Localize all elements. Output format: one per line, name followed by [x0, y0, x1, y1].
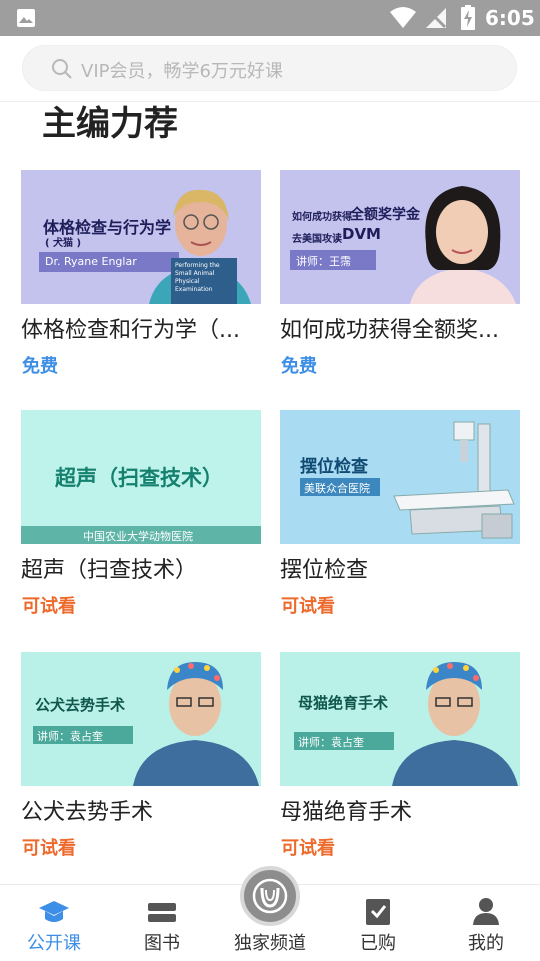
course-thumbnail[interactable]: 母猫绝育手术 讲师：袁占奎	[280, 652, 520, 786]
price-badge: 免费	[22, 356, 58, 377]
thumb-line2a: 去美国攻读	[292, 234, 342, 245]
thumb-lecturer: 讲师：袁占奎	[37, 730, 103, 743]
thumb-footer: 中国农业大学动物医院	[83, 530, 193, 543]
search-icon	[52, 59, 72, 79]
channel-logo-button[interactable]	[240, 866, 300, 926]
nav-label: 我的	[468, 933, 504, 954]
course-thumbnail[interactable]: 公犬去势手术 讲师：袁占奎	[21, 652, 261, 786]
course-thumbnail[interactable]: 如何成功获得 全额奖学金 去美国攻读 DVM 讲师：王霈	[280, 170, 520, 304]
lecturer-portrait	[410, 186, 516, 304]
thumb-line2b: DVM	[342, 225, 381, 243]
status-bar: 6:05	[0, 0, 540, 36]
course-title: 母猫绝育手术	[280, 800, 413, 825]
surgeon-portrait	[133, 662, 259, 786]
course-thumbnail[interactable]: 体格检查与行为学 ( 犬猫 ) Dr. Ryane Englar Perform…	[21, 170, 261, 304]
price-badge: 可试看	[281, 838, 335, 859]
thumb-lecturer: Dr. Ryane Englar	[45, 255, 137, 268]
course-thumbnail[interactable]: 超声（扫查技术） 中国农业大学动物医院	[21, 410, 261, 544]
thumb-headline: 母猫绝育手术	[298, 694, 389, 712]
course-title: 体格检查和行为学（...	[21, 318, 240, 343]
nav-label: 独家频道	[234, 933, 306, 954]
price-badge: 免费	[281, 356, 317, 377]
course-card[interactable]: 如何成功获得 全额奖学金 去美国攻读 DVM 讲师：王霈 如何成功获得全额奖..…	[280, 170, 520, 377]
thumb-headline: 摆位检查	[300, 457, 368, 477]
course-card[interactable]: 摆位检查 美联众合医院 摆位检查 可试看	[280, 410, 520, 617]
course-card[interactable]: 超声（扫查技术） 中国农业大学动物医院 超声（扫查技术） 可试看	[21, 410, 261, 617]
thumb-subtitle: 美联众合医院	[304, 482, 370, 495]
price-badge: 可试看	[22, 838, 76, 859]
nav-item-me[interactable]: 我的	[432, 885, 540, 961]
section-title: 主编力荐	[42, 104, 178, 144]
thumb-lecturer: 讲师：袁占奎	[298, 736, 364, 749]
course-card[interactable]: 公犬去势手术 讲师：袁占奎 公犬去势手术 可试看	[21, 652, 261, 859]
wifi-icon	[390, 7, 416, 28]
person-icon	[473, 898, 499, 925]
nav-label: 公开课	[27, 933, 81, 954]
course-title: 超声（扫查技术）	[21, 558, 198, 583]
search-header: VIP会员，畅学6万元好课	[0, 36, 540, 102]
nav-item-purchased[interactable]: 已购	[324, 885, 432, 961]
nav-item-open-course[interactable]: 公开课	[0, 885, 108, 961]
graduation-cap-icon	[39, 901, 69, 922]
channel-logo-icon	[252, 878, 288, 914]
surgeon-portrait	[392, 662, 518, 786]
check-clipboard-icon	[366, 899, 390, 925]
thumb-lecturer: 讲师：王霈	[296, 255, 351, 268]
battery-charging-icon	[461, 5, 475, 30]
course-title: 如何成功获得全额奖...	[280, 318, 499, 343]
price-badge: 可试看	[281, 596, 335, 617]
books-icon	[148, 903, 176, 922]
course-card[interactable]: 体格检查与行为学 ( 犬猫 ) Dr. Ryane Englar Perform…	[21, 170, 261, 377]
nav-item-books[interactable]: 图书	[108, 885, 216, 961]
clock: 6:05	[485, 6, 535, 30]
nav-label: 已购	[360, 933, 396, 954]
thumb-subtitle: ( 犬猫 )	[45, 238, 82, 249]
thumb-line1a: 如何成功获得	[292, 212, 352, 223]
image-notification-icon	[17, 9, 35, 27]
price-badge: 可试看	[22, 596, 76, 617]
search-placeholder: VIP会员，畅学6万元好课	[81, 61, 283, 82]
xray-machine-illustration	[393, 421, 515, 539]
thumb-headline: 公犬去势手术	[35, 696, 126, 714]
course-title: 摆位检查	[280, 558, 369, 583]
course-card[interactable]: 母猫绝育手术 讲师：袁占奎 母猫绝育手术 可试看	[280, 652, 520, 859]
search-input[interactable]: VIP会员，畅学6万元好课	[22, 45, 517, 91]
thumb-headline: 超声（扫查技术）	[55, 466, 223, 490]
book-title: Performing the Small Animal Physical Exa…	[175, 262, 220, 293]
course-thumbnail[interactable]: 摆位检查 美联众合医院	[280, 410, 520, 544]
nav-label: 图书	[144, 933, 180, 954]
no-signal-icon	[426, 8, 447, 29]
course-title: 公犬去势手术	[21, 800, 154, 825]
